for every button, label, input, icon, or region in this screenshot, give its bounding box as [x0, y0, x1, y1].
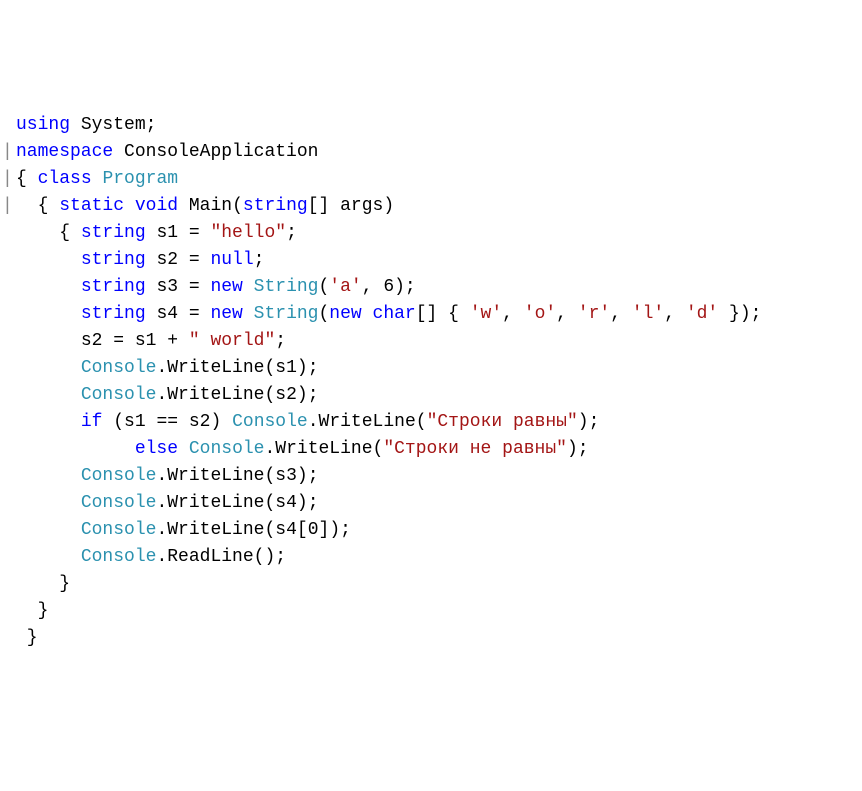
gutter: |	[2, 139, 16, 166]
code-line: Console.WriteLine(s1);	[2, 355, 860, 382]
gutter	[2, 571, 16, 598]
gutter	[2, 625, 16, 652]
code-line: { string s1 = "hello";	[2, 220, 860, 247]
code-line: Console.WriteLine(s4);	[2, 490, 860, 517]
gutter	[2, 517, 16, 544]
code-line: |{ class Program	[2, 166, 860, 193]
code-line: }	[2, 625, 860, 652]
gutter	[2, 382, 16, 409]
gutter	[2, 544, 16, 571]
gutter	[2, 328, 16, 355]
code-line: Console.WriteLine(s2);	[2, 382, 860, 409]
code-line: }	[2, 598, 860, 625]
code-line: if (s1 == s2) Console.WriteLine("Строки …	[2, 409, 860, 436]
gutter: |	[2, 166, 16, 193]
code-editor[interactable]: using System;|namespace ConsoleApplicati…	[2, 112, 860, 652]
gutter	[2, 112, 16, 139]
gutter	[2, 490, 16, 517]
gutter: |	[2, 193, 16, 220]
gutter	[2, 274, 16, 301]
code-line: string s3 = new String('a', 6);	[2, 274, 860, 301]
code-line: | { static void Main(string[] args)	[2, 193, 860, 220]
code-line: string s4 = new String(new char[] { 'w',…	[2, 301, 860, 328]
code-line: Console.WriteLine(s4[0]);	[2, 517, 860, 544]
code-line: Console.ReadLine();	[2, 544, 860, 571]
gutter	[2, 436, 16, 463]
gutter	[2, 247, 16, 274]
gutter	[2, 409, 16, 436]
gutter	[2, 598, 16, 625]
code-line: s2 = s1 + " world";	[2, 328, 860, 355]
code-line: else Console.WriteLine("Строки не равны"…	[2, 436, 860, 463]
code-line: Console.WriteLine(s3);	[2, 463, 860, 490]
gutter	[2, 301, 16, 328]
code-line: using System;	[2, 112, 860, 139]
gutter	[2, 220, 16, 247]
gutter	[2, 463, 16, 490]
code-line: |namespace ConsoleApplication	[2, 139, 860, 166]
code-line: }	[2, 571, 860, 598]
gutter	[2, 355, 16, 382]
code-line: string s2 = null;	[2, 247, 860, 274]
